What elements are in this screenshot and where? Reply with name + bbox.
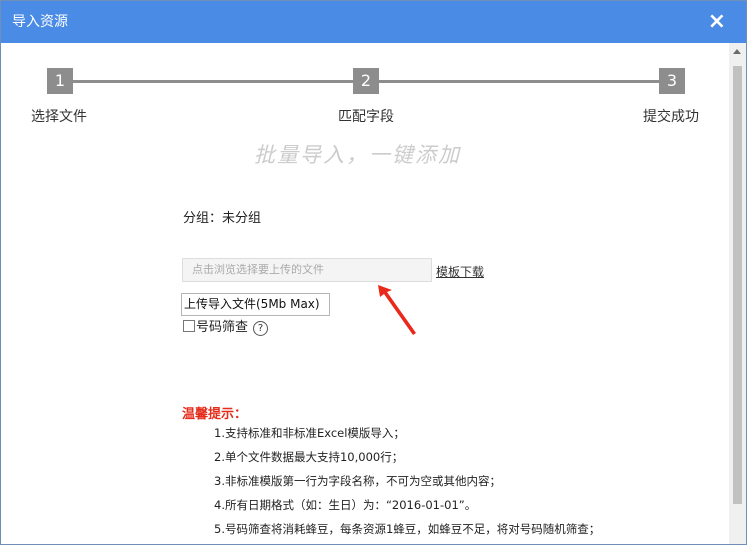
number-filter-label: 号码筛查 — [196, 320, 249, 335]
step-2-label: 匹配字段 — [338, 109, 394, 125]
close-icon[interactable]: × — [708, 11, 726, 33]
number-filter-checkbox[interactable] — [183, 320, 195, 332]
step-connector-1-2 — [73, 80, 353, 83]
tip-item: 1.支持标准和非标准Excel模版导入； — [214, 426, 405, 440]
number-filter-option: 号码筛查? — [183, 320, 269, 336]
dialog-title: 导入资源 — [12, 14, 68, 30]
step-connector-2-3 — [379, 80, 659, 83]
group-label: 分组：未分组 — [183, 211, 262, 226]
step-1-label: 选择文件 — [31, 109, 87, 125]
red-arrow-icon — [378, 285, 416, 335]
template-download-link[interactable]: 模板下载 — [436, 263, 484, 280]
step-3-label: 提交成功 — [643, 109, 699, 125]
scroll-up-icon[interactable] — [733, 49, 741, 54]
help-icon[interactable]: ? — [253, 321, 269, 336]
tip-item: 5.号码筛查将消耗蜂豆，每条资源1蜂豆，如蜂豆不足，将对号码随机筛查； — [214, 522, 601, 536]
tip-item: 3.非标准模版第一行为字段名称，不可为空或其他内容； — [214, 474, 501, 488]
tip-item: 2.单个文件数据最大支持10,000行； — [214, 450, 404, 464]
step-3-number: 3 — [659, 68, 685, 94]
tip-item: 4.所有日期格式（如：生日）为：“2016-01-01”。 — [214, 498, 477, 512]
vertical-scrollbar[interactable] — [729, 43, 746, 544]
step-2-number: 2 — [353, 68, 379, 94]
tips-title: 温馨提示： — [182, 407, 248, 422]
dialog-titlebar: 导入资源 × — [1, 1, 746, 43]
import-dialog: 导入资源 × 1 2 3 选择文件 匹配字段 提交成功 批量导入，一键添加 分组… — [0, 0, 747, 545]
slogan: 批量导入，一键添加 — [254, 143, 461, 167]
step-1-number: 1 — [47, 68, 73, 94]
upload-file-button[interactable]: 上传导入文件(5Mb Max) — [181, 293, 330, 316]
scrollbar-thumb[interactable] — [733, 66, 742, 504]
